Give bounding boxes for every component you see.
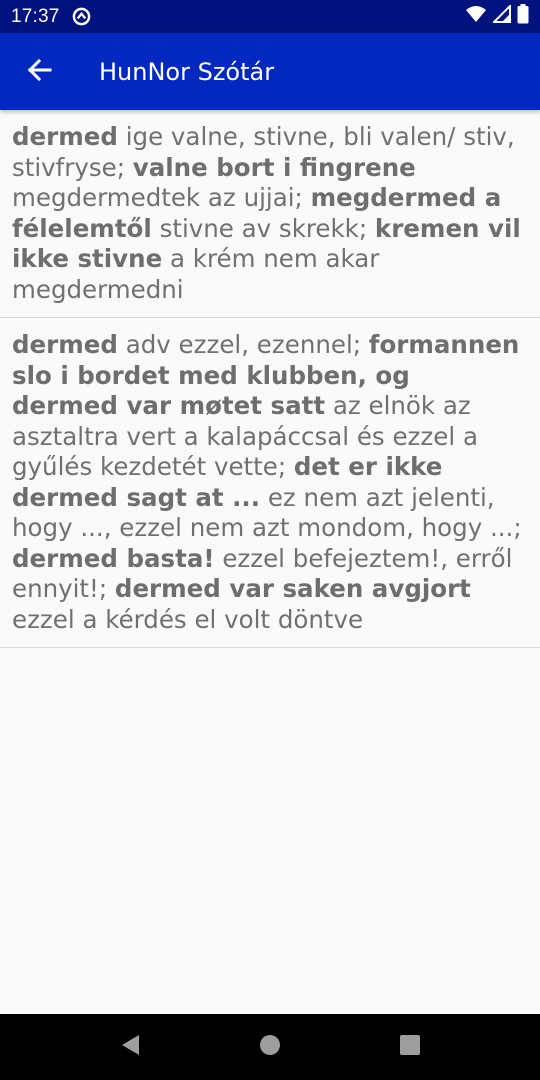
nav-back-button[interactable] <box>110 1027 150 1067</box>
battery-icon <box>517 3 529 30</box>
entry-phrase-bold: dermed var saken avgjort <box>114 574 471 603</box>
nav-recents-button[interactable] <box>390 1027 430 1067</box>
back-triangle-icon <box>119 1033 141 1061</box>
signal-icon <box>491 3 511 29</box>
entry-text: stivne av skrekk; <box>151 213 375 243</box>
recents-square-icon <box>399 1034 421 1060</box>
app-bar: HunNor Szótár <box>0 33 540 110</box>
dictionary-entry-list[interactable]: dermed ige valne, stivne, bli valen/ sti… <box>0 110 540 1014</box>
entry-text: adv ezzel, ezennel; <box>117 330 369 359</box>
status-time: 17:37 <box>11 5 60 27</box>
arrow-left-icon <box>26 58 52 86</box>
entry-phrase-bold: dermed <box>12 330 118 359</box>
entry-phrase-bold: dermed <box>12 122 118 151</box>
entry-text: ezzel a kérdés el volt döntve <box>12 604 364 634</box>
entry-phrase-bold: dermed basta! <box>12 543 215 573</box>
status-bar: 17:37 <box>0 0 540 33</box>
nav-home-button[interactable] <box>250 1027 290 1067</box>
page-title: HunNor Szótár <box>99 57 275 86</box>
wifi-icon <box>465 5 487 29</box>
system-nav-bar <box>0 1014 540 1080</box>
status-icons <box>465 3 529 30</box>
back-button[interactable] <box>14 47 64 97</box>
dictionary-entry[interactable]: dermed ige valne, stivne, bli valen/ sti… <box>0 110 540 318</box>
dictionary-entry[interactable]: dermed adv ezzel, ezennel; formannen slo… <box>0 318 540 648</box>
sync-icon <box>72 7 91 26</box>
entry-text: megdermedtek az ujjai; <box>12 183 311 212</box>
home-circle-icon <box>259 1034 281 1060</box>
entry-phrase-bold: valne bort i fingrene <box>132 152 416 182</box>
